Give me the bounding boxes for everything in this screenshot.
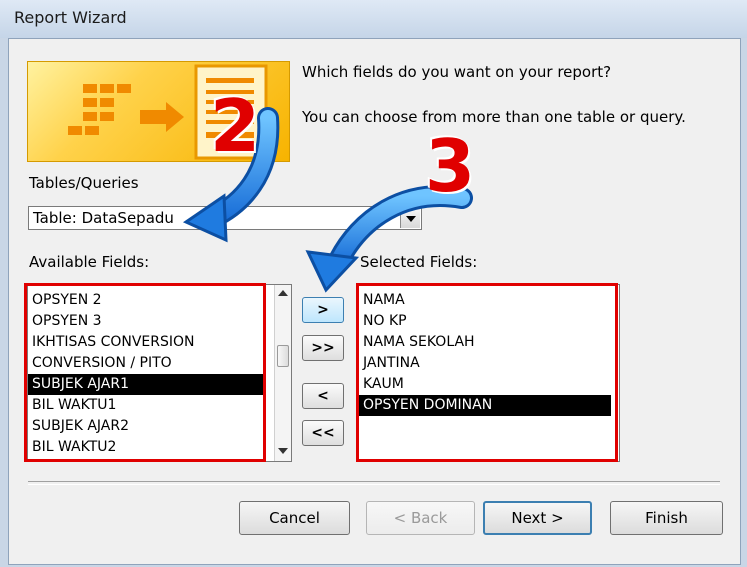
annotation-step-3: 3 [425, 124, 476, 208]
annotation-step-2: 2 [210, 84, 261, 168]
annotation-arrows [182, 107, 473, 293]
